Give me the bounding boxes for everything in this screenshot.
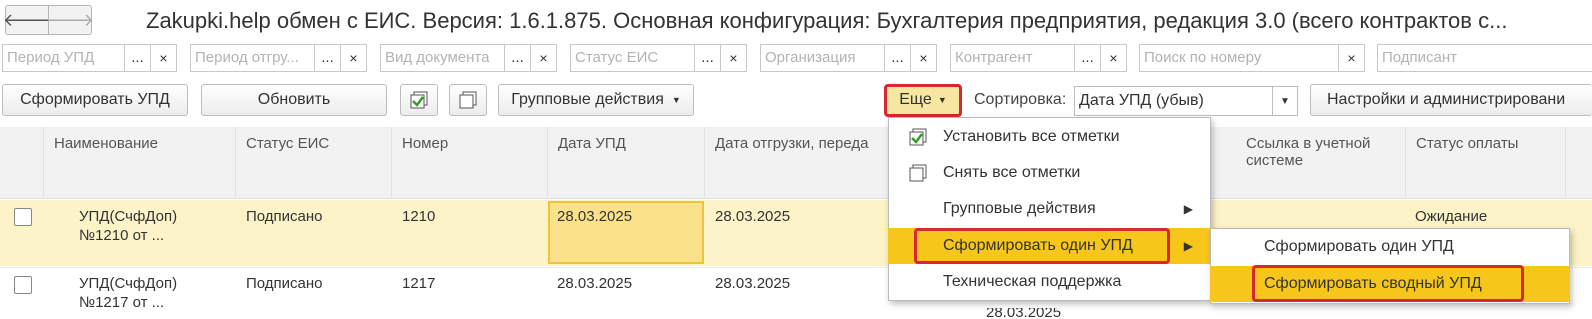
filter-select-button[interactable]: ... (504, 45, 530, 71)
arrow-right-icon: 🡒 (45, 9, 95, 30)
filter-period-shipment[interactable]: Период отгру... ... × (190, 44, 367, 72)
row-pay-status: Ожидание (1415, 208, 1488, 225)
filter-placeholder[interactable]: Поиск по номеру (1140, 45, 1338, 71)
filter-clear-button[interactable]: × (720, 45, 746, 71)
filter-search-number[interactable]: Поиск по номеру × (1139, 44, 1365, 72)
row-partial-date: 28.03.2025 (986, 308, 1062, 319)
row-name: УПД(СчфДоп) (79, 275, 178, 292)
sort-label: Сортировка: (974, 91, 1067, 108)
row-ship-date: 28.03.2025 (715, 208, 791, 225)
filter-clear-button[interactable]: × (150, 45, 176, 71)
filter-select-button[interactable]: ... (884, 45, 910, 71)
submenu-item-label: Сформировать один УПД (1264, 238, 1454, 255)
filter-placeholder[interactable]: Период отгру... (191, 45, 314, 71)
menu-item-group-actions[interactable]: Групповые действия ▶ (888, 191, 1211, 227)
settings-button[interactable]: Настройки и администрировани (1310, 84, 1592, 116)
menu-item-label: Установить все отметки (943, 128, 1120, 145)
chevron-right-icon: ▶ (1183, 202, 1193, 216)
filter-placeholder[interactable]: Контрагент (951, 45, 1074, 71)
header-eis-status[interactable]: Статус ЕИС (236, 127, 392, 199)
uncheck-all-icon (459, 91, 477, 109)
filter-select-button[interactable]: ... (1074, 45, 1100, 71)
header-name[interactable]: Наименование (44, 127, 236, 199)
filter-placeholder[interactable]: Подписант (1378, 45, 1592, 71)
menu-item-label: Техническая поддержка (943, 273, 1122, 290)
filter-signer[interactable]: Подписант (1377, 44, 1592, 72)
filter-clear-button[interactable]: × (1338, 45, 1364, 71)
filter-select-button[interactable]: ... (124, 45, 150, 71)
check-all-icon (410, 91, 428, 109)
row-name-line2: №1210 от ... (79, 227, 165, 244)
row-number: 1210 (402, 208, 436, 225)
refresh-button[interactable]: Обновить (201, 84, 387, 116)
submenu-item-callout (1252, 265, 1524, 302)
filter-placeholder[interactable]: Период УПД (3, 45, 124, 71)
row-number: 1217 (402, 275, 436, 292)
row-ship-date: 28.03.2025 (715, 275, 791, 292)
more-button-callout (884, 84, 962, 117)
row-status: Подписано (246, 275, 323, 292)
filter-counterparty[interactable]: Контрагент ... × (950, 44, 1127, 72)
filter-select-button[interactable]: ... (314, 45, 340, 71)
menu-item-check-all[interactable]: Установить все отметки (888, 119, 1211, 155)
chevron-down-icon: ▼ (671, 95, 681, 105)
check-all-icon (909, 128, 927, 146)
menu-item-label: Групповые действия (943, 200, 1096, 217)
row-checkbox[interactable] (14, 208, 32, 226)
menu-item-uncheck-all[interactable]: Снять все отметки (888, 155, 1211, 191)
chevron-right-icon: ▶ (1183, 239, 1193, 253)
form-upd-button[interactable]: Сформировать УПД (2, 84, 188, 116)
row-status: Подписано (246, 208, 323, 225)
header-checkbox-column (0, 127, 44, 199)
menu-item-label: Снять все отметки (943, 164, 1081, 181)
filter-period-upd[interactable]: Период УПД ... × (2, 44, 177, 72)
group-actions-label: Групповые действия (511, 91, 664, 108)
header-account-link[interactable]: Ссылка в учетной системе (1236, 127, 1406, 199)
filter-clear-button[interactable]: × (530, 45, 556, 71)
arrow-left-icon: 🡐 (2, 9, 52, 30)
sort-select[interactable]: Дата УПД (убыв) ▼ (1074, 86, 1298, 116)
window-title: Zakupki.help обмен с ЕИС. Версия: 1.6.1.… (146, 8, 1508, 33)
uncheck-all-icon (909, 164, 927, 182)
menu-item-callout (914, 228, 1170, 264)
forward-button[interactable]: 🡒 (45, 5, 95, 35)
group-actions-button[interactable]: Групповые действия ▼ (498, 84, 694, 116)
filter-clear-button[interactable]: × (910, 45, 936, 71)
filter-placeholder[interactable]: Вид документа (381, 45, 504, 71)
row-checkbox[interactable] (14, 276, 32, 294)
menu-item-tech-support[interactable]: Техническая поддержка (888, 264, 1211, 300)
submenu-item-form-one-upd[interactable]: Сформировать один УПД (1210, 229, 1570, 265)
row-date: 28.03.2025 (557, 208, 633, 225)
filter-placeholder[interactable]: Организация (761, 45, 884, 71)
row-name-line2: №1217 от ... (79, 294, 165, 311)
header-ship-date[interactable]: Дата отгрузки, переда (705, 127, 890, 199)
check-all-button[interactable] (400, 84, 438, 116)
uncheck-all-button[interactable] (449, 84, 487, 116)
filter-eis-status[interactable]: Статус ЕИС ... × (570, 44, 747, 72)
filter-clear-button[interactable]: × (340, 45, 366, 71)
filter-clear-button[interactable]: × (1100, 45, 1126, 71)
header-number[interactable]: Номер (392, 127, 548, 199)
filter-organization[interactable]: Организация ... × (760, 44, 937, 72)
chevron-down-icon[interactable]: ▼ (1272, 87, 1297, 115)
row-date: 28.03.2025 (557, 275, 633, 292)
filter-placeholder[interactable]: Статус ЕИС (571, 45, 694, 71)
filter-select-button[interactable]: ... (694, 45, 720, 71)
header-pay-status[interactable]: Статус оплаты (1406, 127, 1566, 199)
header-upd-date[interactable]: Дата УПД (548, 127, 705, 199)
sort-value: Дата УПД (убыв) (1079, 92, 1204, 109)
filter-document-type[interactable]: Вид документа ... × (380, 44, 557, 72)
back-button[interactable]: 🡐 (2, 5, 52, 35)
row-name: УПД(СчфДоп) (79, 208, 178, 225)
